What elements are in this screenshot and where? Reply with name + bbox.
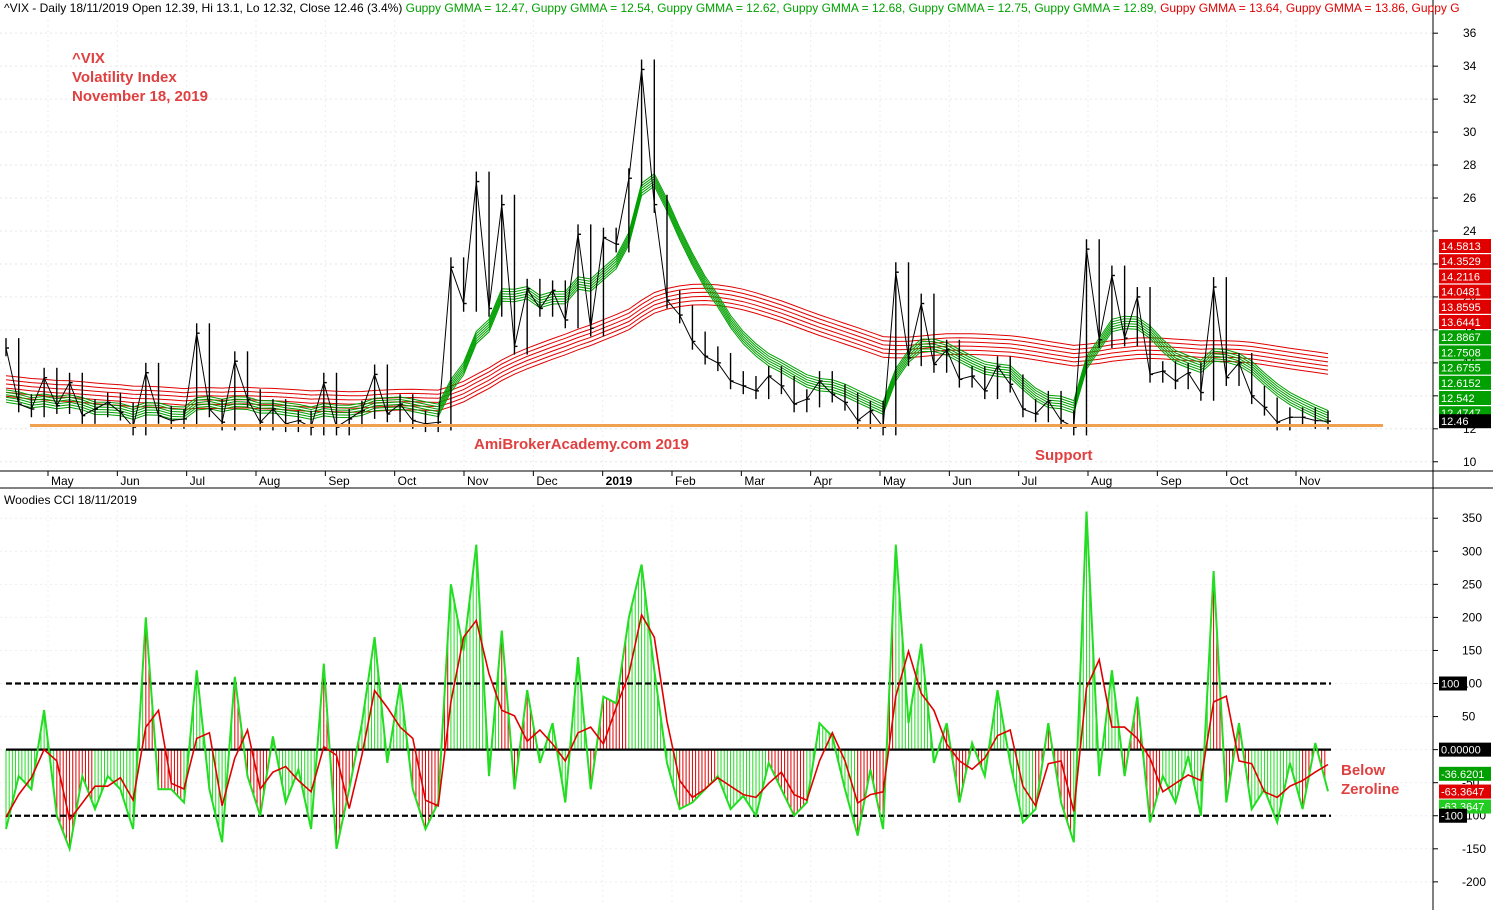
- price-tick-label: 30: [1463, 125, 1477, 139]
- month-label: Oct: [398, 474, 417, 488]
- cci-tick-label: -200: [1462, 875, 1486, 889]
- month-label: Oct: [1230, 474, 1249, 488]
- month-label: Nov: [467, 474, 488, 488]
- price-tick-label: 24: [1463, 224, 1477, 238]
- price-tick-label: 26: [1463, 191, 1477, 205]
- price-tag-label: 14.3529: [1441, 256, 1481, 268]
- price-tag-label: 12.6755: [1441, 363, 1481, 375]
- annotation-below: Below: [1341, 762, 1386, 779]
- price-tick-label: 34: [1463, 59, 1477, 73]
- annotation-name: Volatility Index: [72, 69, 177, 86]
- header-gmma-7: Guppy GMMA = 13.86,: [1282, 1, 1408, 15]
- month-label: Aug: [1091, 474, 1112, 488]
- price-tag-label: 12.7508: [1441, 347, 1481, 359]
- price-tick-label: 28: [1463, 158, 1477, 172]
- cci-tick-label: 350: [1462, 511, 1482, 525]
- header-symbol: ^VIX - Daily 18/11/2019 Open 12.39, Hi 1…: [4, 1, 402, 15]
- month-label: Feb: [675, 474, 696, 488]
- cci-tag-label: 100: [1441, 679, 1459, 691]
- price-tags: 14.5813 14.3529 14.2116 14.0481 13.8595 13.64…: [1439, 239, 1491, 429]
- price-tag-label: 12.6152: [1441, 378, 1481, 390]
- month-label: May: [883, 474, 906, 488]
- month-label: Apr: [814, 474, 833, 488]
- cci-tag-label: -63.3647: [1441, 787, 1484, 799]
- watermark: AmiBrokerAcademy.com 2019: [474, 436, 689, 453]
- price-tag-label: 14.0481: [1441, 287, 1481, 299]
- annotation-zeroline: Zeroline: [1341, 781, 1399, 798]
- month-label: Jul: [1022, 474, 1037, 488]
- annotation-date: November 18, 2019: [72, 88, 208, 105]
- price-tick-label: 10: [1463, 455, 1477, 469]
- header-gmma-3: Guppy GMMA = 12.68,: [780, 1, 906, 15]
- header-gmma-0: Guppy GMMA = 12.47,: [406, 1, 528, 15]
- price-tag-label: 13.8595: [1441, 302, 1481, 314]
- cci-tag-label: 0.00000: [1441, 745, 1481, 757]
- month-label: Sep: [1160, 474, 1182, 488]
- header-gmma-6: Guppy GMMA = 13.64,: [1157, 1, 1283, 15]
- month-label: Jul: [190, 474, 205, 488]
- header-gmma-5: Guppy GMMA = 12.89,: [1031, 1, 1157, 15]
- price-tag-label: 14.5813: [1441, 241, 1481, 253]
- annotation-ticker: ^VIX: [72, 50, 105, 67]
- month-label: May: [51, 474, 74, 488]
- cci-tick-label: -150: [1462, 842, 1486, 856]
- price-tag-label: 12.8867: [1441, 332, 1481, 344]
- price-tick-label: 32: [1463, 92, 1477, 106]
- header-gmma-2: Guppy GMMA = 12.62,: [654, 1, 780, 15]
- month-label: Jun: [120, 474, 139, 488]
- price-tag-label: 13.6441: [1441, 317, 1481, 329]
- cci-title: Woodies CCI 18/11/2019: [4, 493, 137, 507]
- cci-tick-label: 50: [1462, 710, 1476, 724]
- cci-tick-label: 150: [1462, 643, 1482, 657]
- price-tick-label: 36: [1463, 26, 1477, 40]
- month-label: Dec: [536, 474, 557, 488]
- month-label: Sep: [328, 474, 350, 488]
- header-gmma-4: Guppy GMMA = 12.75,: [905, 1, 1031, 15]
- annotation-support: Support: [1035, 447, 1093, 464]
- price-tag-label: 12.542: [1441, 393, 1475, 405]
- month-label: Mar: [744, 474, 765, 488]
- cci-tick-label: 200: [1462, 610, 1482, 624]
- month-label: Jun: [952, 474, 971, 488]
- chart-canvas: ^VIX - Daily 18/11/2019 Open 12.39, Hi 1…: [0, 0, 1493, 910]
- cci-tick-label: 250: [1462, 577, 1482, 591]
- cci-tick-label: 300: [1462, 544, 1482, 558]
- month-label: 2019: [606, 474, 633, 488]
- cci-tag-label: -100: [1441, 811, 1463, 823]
- header-gmma-1: Guppy GMMA = 12.54,: [528, 1, 654, 15]
- month-label: Nov: [1299, 474, 1320, 488]
- month-label: Aug: [259, 474, 280, 488]
- price-tag-label: 14.2116: [1441, 271, 1480, 283]
- cci-tag-label: -36.6201: [1441, 769, 1484, 781]
- header-line: ^VIX - Daily 18/11/2019 Open 12.39, Hi 1…: [4, 1, 1460, 15]
- price-tag-label: 12.46: [1441, 416, 1469, 428]
- header-gmma-8: Guppy G: [1408, 1, 1459, 15]
